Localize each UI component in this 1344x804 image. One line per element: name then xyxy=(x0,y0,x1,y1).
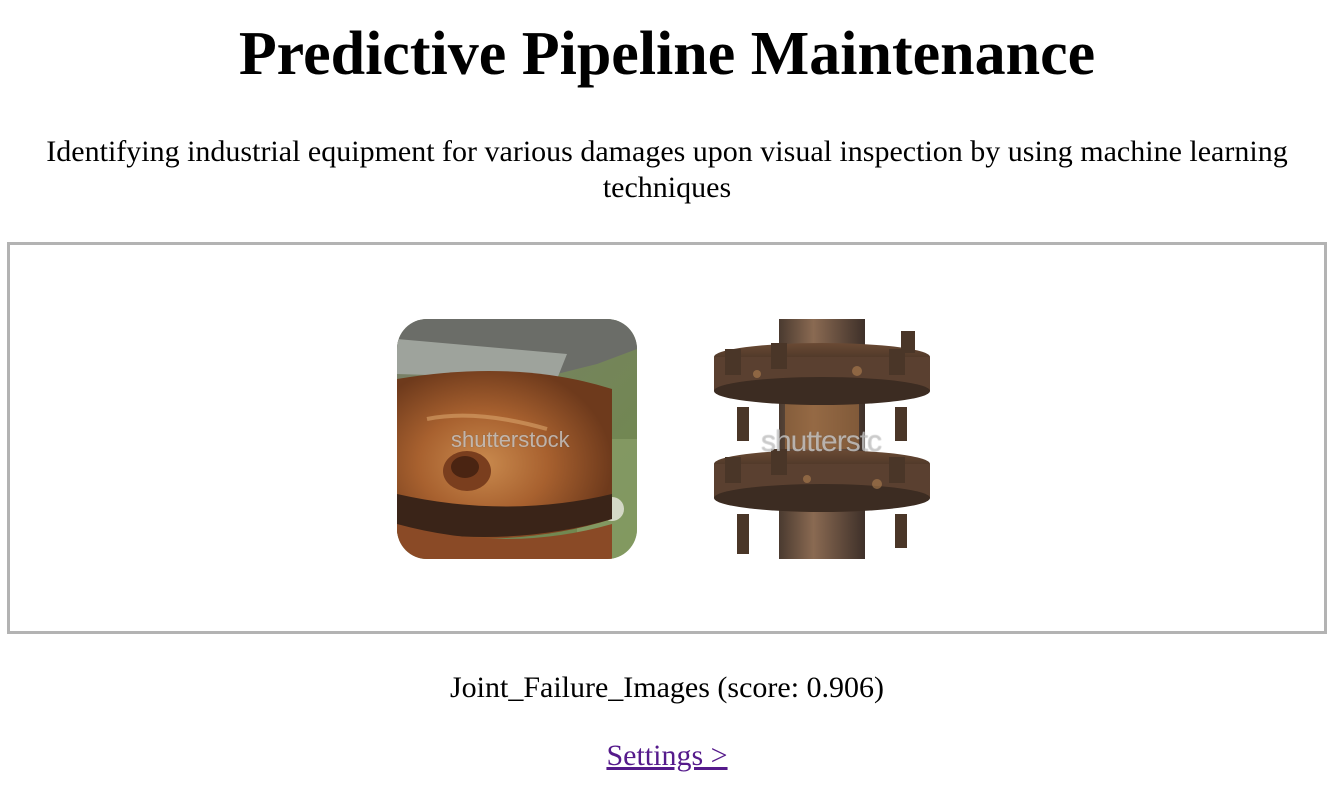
page-subtitle: Identifying industrial equipment for var… xyxy=(46,135,1288,204)
rusty-flanged-pipe-image: shutterstc xyxy=(707,319,947,559)
image-drop-zone[interactable]: shutterstock shutterstc xyxy=(7,242,1327,634)
settings-link[interactable]: Settings > xyxy=(606,739,727,772)
rusty-joint-closeup-image: shutterstock xyxy=(397,319,637,559)
page-title: Predictive Pipeline Maintenance xyxy=(238,20,1096,88)
prediction-result: Joint_Failure_Images (score: 0.906) xyxy=(449,671,885,704)
page: Predictive Pipeline Maintenance Identify… xyxy=(0,0,1344,804)
settings-link-container: Settings > xyxy=(0,736,1334,776)
